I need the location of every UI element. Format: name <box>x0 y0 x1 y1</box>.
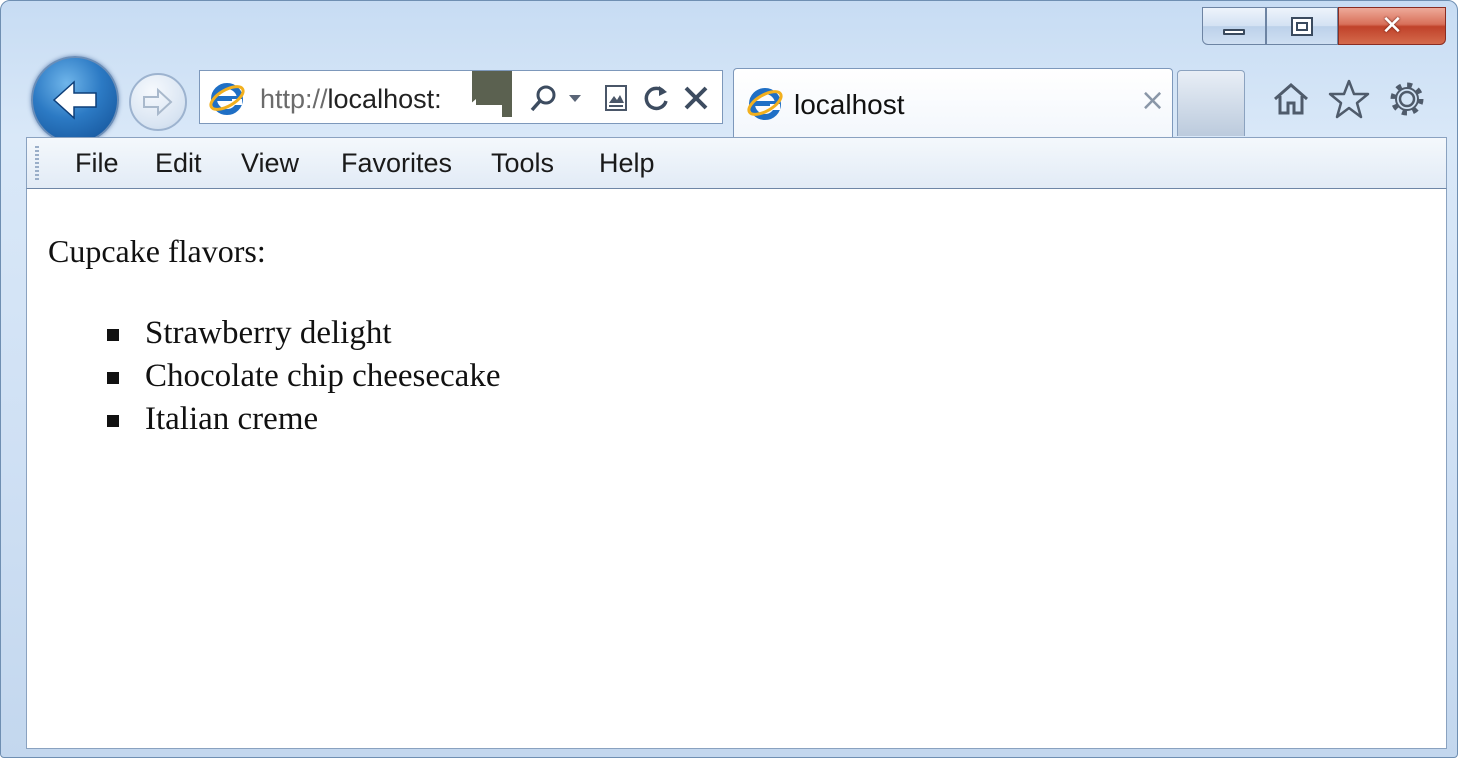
refresh-icon[interactable] <box>640 79 672 117</box>
bullet-icon <box>107 372 119 384</box>
maximize-button[interactable] <box>1266 7 1338 45</box>
mouse-cursor-icon <box>462 71 512 117</box>
menu-tools[interactable]: Tools <box>491 148 554 179</box>
stop-icon[interactable] <box>678 79 714 117</box>
tab-close-icon[interactable]: × <box>1140 86 1165 116</box>
close-icon: ✕ <box>1381 11 1403 41</box>
list-item: Chocolate chip cheesecake <box>27 355 500 398</box>
tab-title: localhost <box>794 89 905 120</box>
address-url-text: http://localhost: <box>260 84 442 114</box>
new-tab-button[interactable] <box>1177 70 1245 136</box>
menu-edit[interactable]: Edit <box>155 148 202 179</box>
bullet-icon <box>107 329 119 341</box>
forward-arrow-icon <box>143 87 173 117</box>
back-arrow-icon <box>52 80 97 120</box>
tab-ie-logo-icon <box>747 88 783 120</box>
menu-file[interactable]: File <box>75 148 119 179</box>
tab-localhost[interactable]: localhost × <box>733 68 1173 138</box>
minimize-button[interactable] <box>1202 7 1266 45</box>
menu-favorites[interactable]: Favorites <box>341 148 452 179</box>
dropdown-icon[interactable] <box>564 79 586 117</box>
list-item: Strawberry delight <box>27 312 500 355</box>
home-icon[interactable] <box>1269 77 1313 121</box>
menu-help[interactable]: Help <box>599 148 655 179</box>
flavor-list: Strawberry delight Chocolate chip cheese… <box>27 312 500 441</box>
address-bar[interactable]: http://localhost: <box>199 70 723 124</box>
menu-grip-handle[interactable] <box>35 146 39 182</box>
ie-logo-icon <box>209 83 245 115</box>
restore-icon <box>1291 16 1313 36</box>
browser-window: ✕ http://localhost: localhost × File Edi… <box>0 0 1458 758</box>
search-icon[interactable] <box>526 79 562 117</box>
bullet-icon <box>107 415 119 427</box>
compatibility-icon[interactable] <box>600 79 632 117</box>
forward-button[interactable] <box>129 73 187 131</box>
close-window-button[interactable]: ✕ <box>1338 7 1446 45</box>
minimize-icon <box>1223 29 1245 35</box>
page-heading: Cupcake flavors: <box>48 233 266 269</box>
favorites-star-icon[interactable] <box>1327 77 1371 121</box>
page-content: Cupcake flavors: Strawberry delight Choc… <box>26 189 1447 749</box>
gear-icon[interactable] <box>1385 77 1429 121</box>
menu-view[interactable]: View <box>241 148 299 179</box>
back-button[interactable] <box>31 56 119 144</box>
menu-bar: File Edit View Favorites Tools Help <box>26 137 1447 189</box>
list-item: Italian creme <box>27 398 500 441</box>
